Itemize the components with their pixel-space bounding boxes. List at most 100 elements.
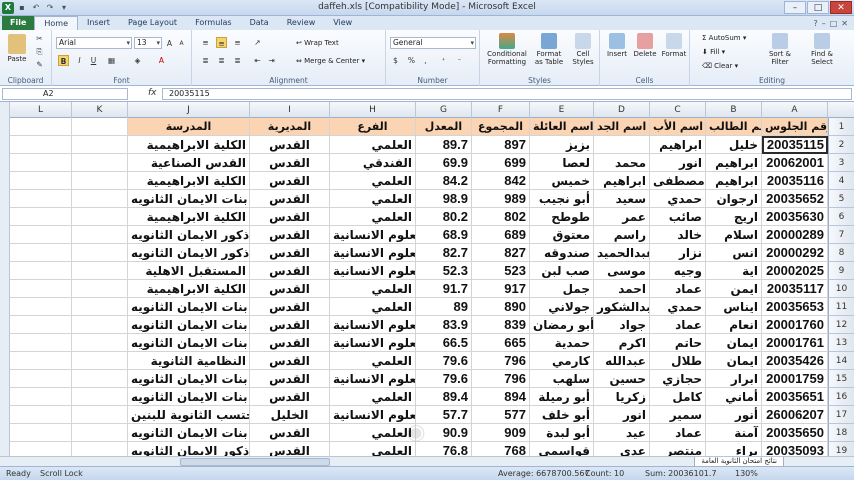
cell-B[interactable]: براء	[706, 442, 762, 456]
cell-J[interactable]: بنات الايمان الثانويه	[128, 370, 250, 388]
cell-I[interactable]: القدس	[250, 424, 330, 442]
header-grandfather-name[interactable]: اسم الجد	[594, 118, 650, 136]
cell-J[interactable]: المستقبل الاهلية	[128, 262, 250, 280]
cell-D[interactable]: ابراهيم	[594, 172, 650, 190]
cell-I[interactable]: القدس	[250, 334, 330, 352]
font-size-dropdown[interactable]: 13	[134, 37, 162, 49]
close-button[interactable]: ✕	[830, 1, 852, 14]
tab-insert[interactable]: Insert	[78, 16, 119, 30]
cell[interactable]	[10, 280, 72, 298]
cell-J[interactable]: الكلية الابراهيمية	[128, 136, 250, 154]
header-family-name[interactable]: اسم العائلة	[530, 118, 594, 136]
cell-I[interactable]: القدس	[250, 244, 330, 262]
header-father-name[interactable]: اسم الأب	[650, 118, 706, 136]
cell[interactable]	[10, 172, 72, 190]
cell[interactable]	[72, 352, 128, 370]
cell[interactable]	[10, 370, 72, 388]
cell-J[interactable]: بنات الايمان الثانويه	[128, 190, 250, 208]
cell-E[interactable]: قواسمي	[530, 442, 594, 456]
conditional-formatting-button[interactable]: Conditional Formatting	[484, 33, 530, 66]
cell-C[interactable]: صائب	[650, 208, 706, 226]
tab-home[interactable]: Home	[34, 16, 78, 30]
cell-G[interactable]: 69.9	[416, 154, 472, 172]
cell-D[interactable]: عيد	[594, 424, 650, 442]
cell-F[interactable]: 827	[472, 244, 530, 262]
cell[interactable]	[10, 226, 72, 244]
cell-I[interactable]: القدس	[250, 316, 330, 334]
cell-B[interactable]: آمنة	[706, 424, 762, 442]
align-bottom-icon[interactable]: ≡	[232, 37, 243, 48]
cell-G[interactable]: 91.7	[416, 280, 472, 298]
row-header[interactable]: 9	[828, 262, 854, 280]
row-header[interactable]: 15	[828, 370, 854, 388]
cell-B[interactable]: ابراهيم	[706, 154, 762, 172]
cell[interactable]	[72, 424, 128, 442]
cell-I[interactable]: الخليل	[250, 406, 330, 424]
cell-C[interactable]: مصطفى	[650, 172, 706, 190]
cell-A[interactable]: 20035653	[762, 298, 828, 316]
help-icon[interactable]: ?	[813, 19, 817, 28]
cell-F[interactable]: 917	[472, 280, 530, 298]
cell-J[interactable]: الكلية الابراهيمية	[128, 208, 250, 226]
cell-B[interactable]: أماني	[706, 388, 762, 406]
cell-F[interactable]: 989	[472, 190, 530, 208]
column-header-E[interactable]: E	[530, 102, 594, 118]
cell-E[interactable]: أبو نجيب	[530, 190, 594, 208]
cell[interactable]	[10, 406, 72, 424]
row-header[interactable]: 1	[828, 118, 854, 136]
comma-style-icon[interactable]: ,	[420, 55, 431, 66]
cell-J[interactable]: بنات الايمان الثانويه	[128, 334, 250, 352]
cell-C[interactable]: كامل	[650, 388, 706, 406]
cell-E[interactable]: معتوق	[530, 226, 594, 244]
cell-A[interactable]: 20035093	[762, 442, 828, 456]
align-right-icon[interactable]: ≣	[232, 55, 243, 66]
cell[interactable]	[10, 388, 72, 406]
cell-J[interactable]: ذكور الايمان الثانويه	[128, 244, 250, 262]
align-top-icon[interactable]: ≡	[200, 37, 211, 48]
cell-A[interactable]: 20035652	[762, 190, 828, 208]
cell[interactable]	[10, 154, 72, 172]
column-header-H[interactable]: H	[330, 102, 416, 118]
row-header[interactable]: 4	[828, 172, 854, 190]
cell-I[interactable]: القدس	[250, 172, 330, 190]
cell-F[interactable]: 842	[472, 172, 530, 190]
cell[interactable]	[72, 226, 128, 244]
cell-D[interactable]: انور	[594, 406, 650, 424]
row-header[interactable]: 12	[828, 316, 854, 334]
cell-A[interactable]: 20062001	[762, 154, 828, 172]
header-average[interactable]: المعدل	[416, 118, 472, 136]
cell-D[interactable]: جواد	[594, 316, 650, 334]
cell[interactable]	[10, 244, 72, 262]
header-total[interactable]: المجموع	[472, 118, 530, 136]
cell[interactable]	[10, 118, 72, 136]
column-header-J[interactable]: J	[128, 102, 250, 118]
row-header[interactable]: 16	[828, 388, 854, 406]
cell[interactable]	[72, 154, 128, 172]
tab-review[interactable]: Review	[278, 16, 325, 30]
cell[interactable]	[72, 280, 128, 298]
cell-F[interactable]: 689	[472, 226, 530, 244]
cell-E[interactable]: لعصا	[530, 154, 594, 172]
cell-E[interactable]: طوطح	[530, 208, 594, 226]
cell-E[interactable]: كارمي	[530, 352, 594, 370]
cell-C[interactable]: عماد	[650, 316, 706, 334]
horizontal-scrollbar[interactable]	[180, 458, 330, 466]
cell[interactable]	[72, 172, 128, 190]
cell-D[interactable]: عمر	[594, 208, 650, 226]
cell-E[interactable]: صب لبن	[530, 262, 594, 280]
cell-H[interactable]: العلوم الانسانية	[330, 262, 416, 280]
increase-decimal-icon[interactable]: ⁺	[438, 55, 449, 66]
insert-function-button[interactable]: fx	[148, 88, 157, 98]
cell-H[interactable]: العلمي	[330, 208, 416, 226]
percent-button[interactable]: %	[406, 55, 417, 66]
cell-G[interactable]: 98.9	[416, 190, 472, 208]
cell[interactable]	[10, 352, 72, 370]
cell-H[interactable]: العلوم الانسانية	[330, 334, 416, 352]
cell-H[interactable]: العلمي	[330, 280, 416, 298]
cell-A[interactable]: 20035651	[762, 388, 828, 406]
cell-C[interactable]: حمدي	[650, 298, 706, 316]
cell-J[interactable]: ذكور الايمان الثانويه	[128, 226, 250, 244]
copy-icon[interactable]: ⎘	[34, 46, 45, 57]
cell-B[interactable]: انس	[706, 244, 762, 262]
cell-C[interactable]: عماد	[650, 424, 706, 442]
